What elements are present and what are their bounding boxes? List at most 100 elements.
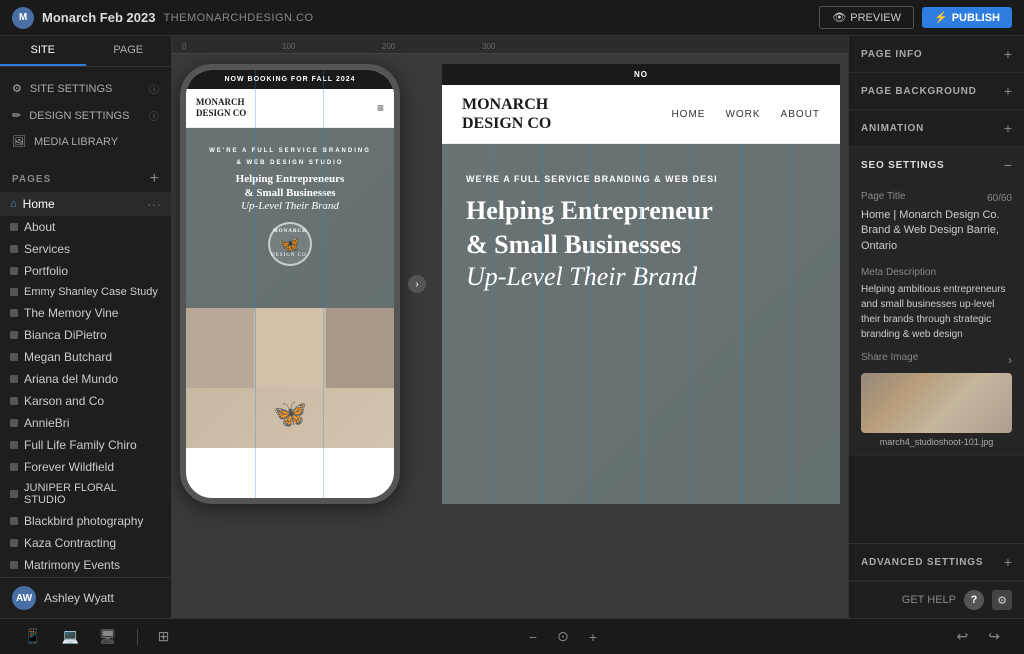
layout-grid-button[interactable]: ⊞ (154, 624, 174, 649)
mobile-view-button[interactable]: 📱 (20, 624, 45, 649)
phone-hero-italic: Up-Level Their Brand (200, 200, 380, 212)
topbar: M Monarch Feb 2023 THEMONARCHDESIGN.CO 👁… (0, 0, 1024, 36)
help-icon[interactable]: ? (964, 590, 984, 610)
page-item-full-life[interactable]: Full Life Family Chiro (0, 434, 171, 456)
page-item-blackbird[interactable]: Blackbird photography (0, 510, 171, 532)
page-item-portfolio[interactable]: Portfolio (0, 260, 171, 282)
meta-desc-field: Meta Description Helping ambitious entre… (861, 264, 1012, 342)
desktop-nav: HOME WORK ABOUT (671, 109, 820, 120)
right-panel: PAGE INFO + PAGE BACKGROUND + ANIMATION … (848, 36, 1024, 618)
seo-title: SEO SETTINGS (861, 160, 945, 171)
sidebar-item-media-library[interactable]: 🖼 MEDIA LIBRARY (0, 129, 171, 154)
topbar-left: M Monarch Feb 2023 THEMONARCHDESIGN.CO (12, 7, 314, 29)
nav-home[interactable]: HOME (671, 109, 705, 120)
page-title-counter: 60/60 (987, 193, 1012, 204)
seo-body: Page Title 60/60 Home | Monarch Design C… (849, 183, 1024, 455)
thumbnail-image (861, 373, 1012, 433)
settings-icon[interactable]: ⚙ (992, 590, 1012, 610)
publish-button[interactable]: ⚡ PUBLISH (922, 7, 1012, 28)
zoom-fit-button[interactable]: ⊙ (553, 624, 573, 649)
eye-icon: 👁 (832, 11, 846, 24)
page-title-label: Page Title (861, 191, 905, 202)
share-image-arrow[interactable]: › (1008, 353, 1012, 367)
share-image-filename: march4_studioshoot-101.jpg (861, 437, 1012, 447)
bottom-toolbar: 📱 💻 🖥 ⊞ − ⊙ + ↩ ↪ (0, 618, 1024, 654)
advanced-header[interactable]: ADVANCED SETTINGS + (849, 544, 1024, 580)
zoom-out-button[interactable]: − (525, 625, 541, 649)
page-item-emmy[interactable]: Emmy Shanley Case Study (0, 282, 171, 302)
share-image-thumbnail[interactable] (861, 373, 1012, 433)
desktop-header: MONARCH DESIGN CO HOME WORK ABOUT (442, 85, 840, 144)
nav-work[interactable]: WORK (725, 109, 760, 120)
page-item-about[interactable]: About (0, 216, 171, 238)
page-item-matrimony[interactable]: Matrimony Events (0, 554, 171, 576)
sidebar-tabs: SITE PAGE (0, 36, 171, 67)
phone-hero-subtitle: WE'RE A FULL SERVICE BRANDING (200, 148, 380, 154)
page-dot-icon (10, 539, 18, 547)
page-item-kaza[interactable]: Kaza Contracting (0, 532, 171, 554)
sidebar-item-design-settings[interactable]: ✏ DESIGN SETTINGS ⓘ (0, 102, 171, 129)
page-options-dots[interactable]: ··· (147, 196, 161, 212)
page-item-memory-vine[interactable]: The Memory Vine (0, 302, 171, 324)
sidebar: SITE PAGE ⚙ SITE SETTINGS ⓘ ✏ DESIGN SET… (0, 36, 172, 618)
canvas-ruler: 0 100 200 300 (172, 36, 848, 54)
ruler-mark-0: 0 (182, 42, 186, 51)
page-dot-icon (10, 223, 18, 231)
page-item-home[interactable]: ⌂ Home ··· (0, 192, 171, 216)
page-item-juniper[interactable]: JUNIPER FLORAL STUDIO (0, 478, 171, 510)
tab-site[interactable]: SITE (0, 36, 86, 66)
panel-section-page-background: PAGE BACKGROUND + (849, 73, 1024, 110)
device-group: 📱 💻 🖥 ⊞ (20, 624, 173, 649)
ruler-mark-300: 300 (482, 42, 495, 51)
tab-page[interactable]: PAGE (86, 36, 172, 66)
zoom-in-button[interactable]: + (585, 625, 601, 649)
collapse-arrow[interactable]: › (408, 275, 426, 293)
phone-header: MONARCH DESIGN CO ≡ (186, 89, 394, 128)
page-item-sky[interactable]: Sky Shapiro Beauty (0, 576, 171, 577)
pencil-icon: ✏ (12, 109, 21, 122)
sidebar-item-site-settings[interactable]: ⚙ SITE SETTINGS ⓘ (0, 75, 171, 102)
undo-button[interactable]: ↩ (953, 624, 973, 649)
page-background-expand[interactable]: + (1004, 83, 1012, 99)
get-help-bar: GET HELP ? ⚙ (849, 581, 1024, 618)
redo-button[interactable]: ↪ (984, 624, 1004, 649)
advanced-title: ADVANCED SETTINGS (861, 557, 983, 568)
page-info-expand[interactable]: + (1004, 46, 1012, 62)
page-item-megan[interactable]: Megan Butchard (0, 346, 171, 368)
phone-hero-title-2: & Small Businesses (200, 186, 380, 200)
advanced-expand[interactable]: + (1004, 554, 1012, 570)
page-item-bianca[interactable]: Bianca DiPietro (0, 324, 171, 346)
page-dot-icon (10, 331, 18, 339)
page-item-services[interactable]: Services (0, 238, 171, 260)
animation-expand[interactable]: + (1004, 120, 1012, 136)
page-item-karson[interactable]: Karson and Co (0, 390, 171, 412)
gallery-cell-1 (186, 308, 254, 388)
page-title-label-row: Page Title 60/60 (861, 191, 1012, 206)
toolbar-divider-1 (137, 629, 138, 645)
page-item-annie[interactable]: AnnieBri (0, 412, 171, 434)
page-dot-icon (10, 375, 18, 383)
butterfly-decoration: 🦋 (273, 397, 308, 430)
preview-button[interactable]: 👁 PREVIEW (819, 6, 914, 29)
page-item-ariana[interactable]: Ariana del Mundo (0, 368, 171, 390)
ruler-mark-100: 100 (282, 42, 295, 51)
seo-expand[interactable]: − (1004, 157, 1012, 173)
desktop-view-button[interactable]: 🖥 (95, 624, 121, 649)
animation-title: ANIMATION (861, 123, 924, 134)
phone-hero-title-1: Helping Entrepreneurs (200, 172, 380, 186)
app-title: Monarch Feb 2023 (42, 10, 155, 25)
tablet-view-button[interactable]: 💻 (57, 624, 82, 649)
phone-bottom: 🦋 (186, 388, 394, 448)
seo-header[interactable]: SEO SETTINGS − (849, 147, 1024, 183)
page-dot-icon (10, 353, 18, 361)
page-title-field: Page Title 60/60 Home | Monarch Design C… (861, 191, 1012, 254)
page-info-header[interactable]: PAGE INFO + (849, 36, 1024, 72)
page-item-forever[interactable]: Forever Wildfield (0, 456, 171, 478)
nav-about[interactable]: ABOUT (781, 109, 820, 120)
add-page-button[interactable]: + (150, 170, 159, 188)
page-dot-icon (10, 397, 18, 405)
page-dot-icon (10, 490, 18, 498)
lightning-icon: ⚡ (934, 11, 948, 24)
animation-header[interactable]: ANIMATION + (849, 110, 1024, 146)
page-background-header[interactable]: PAGE BACKGROUND + (849, 73, 1024, 109)
